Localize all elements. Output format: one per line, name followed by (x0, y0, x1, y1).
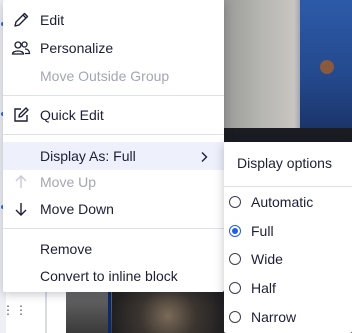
option-label: Narrow (251, 309, 297, 325)
menu-item-label: Quick Edit (40, 107, 104, 123)
block-frame-line (108, 290, 111, 333)
chevron-right-icon (198, 150, 210, 162)
radio-button[interactable] (229, 282, 241, 294)
option-wide[interactable]: Wide (224, 246, 352, 272)
app-stage: ⋮⋮ Edit Personalize Move Outside Group Q… (0, 0, 352, 333)
menu-item-personalize[interactable]: Personalize (3, 34, 224, 62)
users-icon (11, 38, 31, 58)
menu-item-label: Personalize (40, 40, 114, 56)
option-narrow[interactable]: Narrow (224, 304, 352, 330)
photo-hand-region (320, 60, 334, 74)
menu-item-label: Display As: Full (40, 148, 136, 164)
display-options-submenu: Display options Automatic Full Wide Half… (224, 142, 352, 333)
background-photo-thumbnail (112, 290, 224, 333)
menu-item-remove[interactable]: Remove (3, 235, 224, 263)
option-label: Wide (251, 251, 283, 267)
menu-item-move-up: Move Up (3, 168, 224, 196)
menu-item-edit[interactable]: Edit (3, 6, 224, 34)
menu-divider (3, 134, 224, 135)
option-half[interactable]: Half (224, 275, 352, 301)
menu-item-label: Edit (40, 12, 65, 28)
arrow-up-icon (11, 172, 31, 192)
radio-button[interactable] (229, 253, 241, 265)
option-full[interactable]: Full (224, 218, 352, 244)
pencil-icon (11, 10, 31, 30)
menu-divider (3, 95, 224, 96)
menu-item-convert-inline-block[interactable]: Convert to inline block (3, 262, 224, 290)
menu-item-display-as[interactable]: Display As: Full (3, 142, 224, 170)
background-photo-thumbnail (66, 290, 112, 333)
menu-item-label: Move Down (40, 201, 114, 217)
menu-divider (3, 228, 224, 229)
background-dark-band (224, 128, 352, 142)
menu-item-move-outside-group: Move Outside Group (3, 62, 224, 90)
arrow-down-icon (11, 199, 31, 219)
menu-item-label: Remove (40, 241, 93, 257)
menu-item-label: Move Outside Group (40, 68, 170, 84)
option-label: Full (251, 223, 274, 239)
submenu-divider (224, 186, 352, 187)
radio-button[interactable] (229, 196, 241, 208)
option-label: Half (251, 280, 276, 296)
option-label: Automatic (251, 194, 314, 210)
menu-item-label: Move Up (40, 174, 97, 190)
context-menu: Edit Personalize Move Outside Group Quic… (3, 0, 224, 292)
radio-button[interactable] (229, 311, 241, 323)
menu-item-label: Convert to inline block (40, 268, 178, 284)
radio-button-checked[interactable] (229, 225, 241, 237)
background-photo (224, 0, 352, 128)
edit-square-icon (11, 105, 31, 125)
menu-item-quick-edit[interactable]: Quick Edit (3, 101, 224, 129)
drag-handle-icon[interactable]: ⋮⋮ (2, 303, 28, 317)
option-automatic[interactable]: Automatic (224, 189, 352, 215)
menu-item-move-down[interactable]: Move Down (3, 195, 224, 223)
submenu-title: Display options (237, 155, 332, 171)
